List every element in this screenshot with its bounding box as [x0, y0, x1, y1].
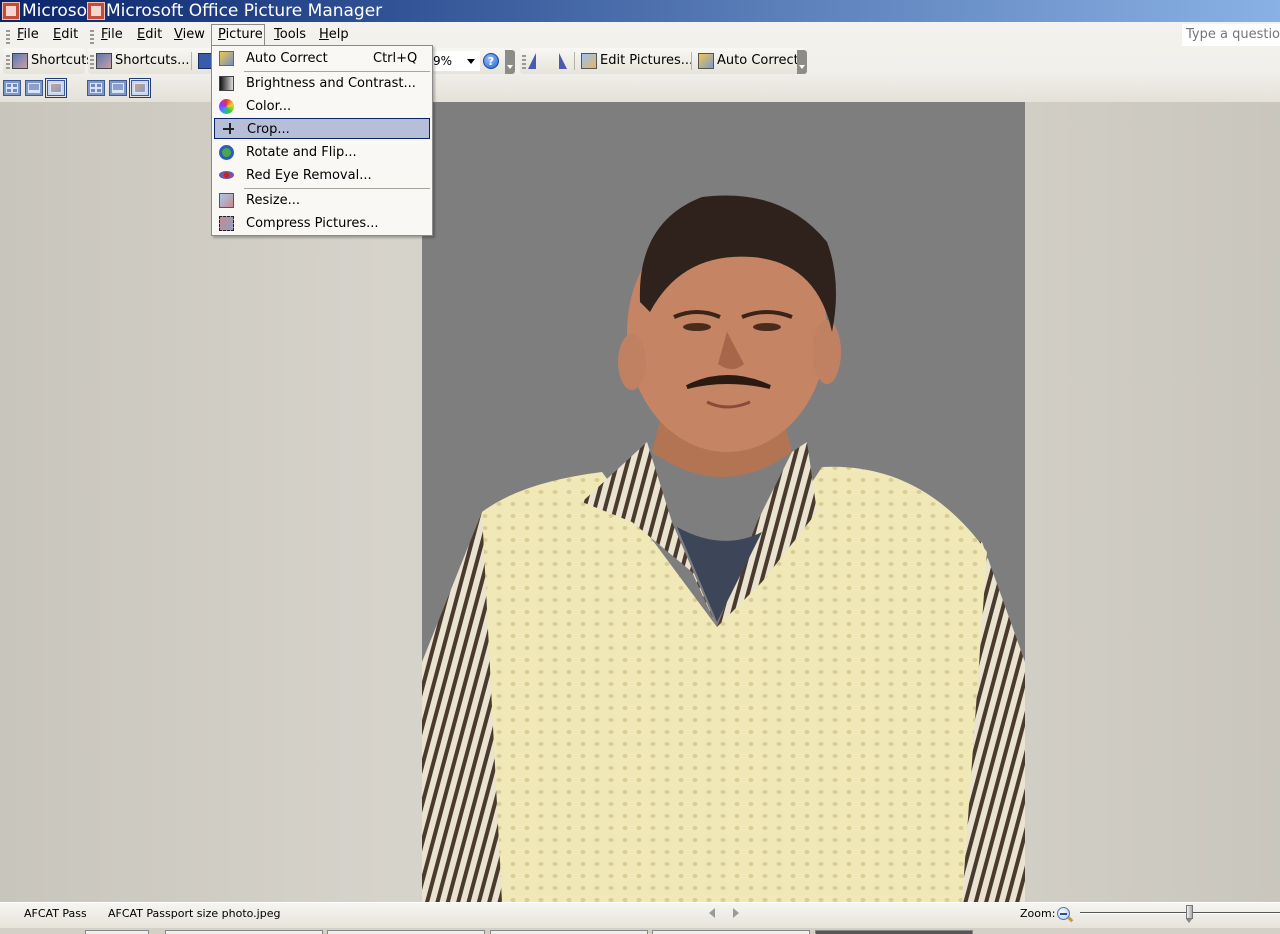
toolbar-options-button[interactable]: [797, 50, 807, 74]
single-picture-view-button[interactable]: [45, 78, 67, 98]
brightness-icon: [219, 76, 234, 91]
ask-question-input[interactable]: [1182, 24, 1280, 46]
compress-icon: [219, 216, 234, 231]
toolbar-separator: [574, 52, 575, 70]
rotate-right-button[interactable]: [551, 50, 567, 72]
portrait-photo: [422, 102, 1025, 902]
zoom-slider-thumb[interactable]: [1186, 905, 1193, 923]
window-title: Microsoft Office Picture Manager: [106, 1, 383, 21]
auto-correct-icon: [698, 53, 714, 69]
status-file-name: AFCAT Passport size photo.jpeg: [108, 907, 281, 920]
resize-icon: [219, 193, 234, 208]
taskbar-button[interactable]: [490, 930, 648, 934]
filmstrip-view-button[interactable]: [25, 80, 43, 96]
menu-item-color[interactable]: Color...: [214, 96, 430, 117]
zoom-slider-track[interactable]: [1080, 912, 1280, 914]
menu-item-crop[interactable]: Crop...: [214, 118, 430, 139]
menu-view[interactable]: View: [168, 24, 211, 46]
menu-tools[interactable]: Tools: [268, 24, 312, 46]
menu-item-rotate-flip[interactable]: Rotate and Flip...: [214, 142, 430, 163]
zoom-combo[interactable]: 9%: [430, 51, 480, 71]
taskbar-button[interactable]: [85, 930, 149, 934]
menu-file[interactable]: File: [11, 24, 45, 46]
menubar-grip[interactable]: [90, 30, 94, 46]
taskbar-button-active[interactable]: [815, 930, 973, 934]
app-icon: [87, 2, 105, 20]
auto-correct-icon: [219, 51, 234, 66]
picture-preview[interactable]: [422, 102, 1025, 902]
toolbar-grip[interactable]: [90, 55, 94, 71]
taskbar: [0, 928, 1280, 934]
shortcuts-icon: [96, 53, 112, 69]
shortcuts-button[interactable]: Shortcuts: [12, 50, 93, 72]
picture-menu-dropdown: Auto Correct Ctrl+Q Brightness and Contr…: [211, 45, 433, 236]
single-picture-view-button[interactable]: [129, 78, 151, 98]
taskbar-button[interactable]: [327, 930, 485, 934]
menu-help[interactable]: Help: [313, 24, 355, 46]
menu-separator: [244, 71, 430, 72]
rotate-left-button[interactable]: [528, 50, 544, 72]
menu-picture[interactable]: Picture: [211, 24, 265, 46]
help-icon[interactable]: ?: [483, 53, 499, 69]
crop-icon: [220, 122, 235, 137]
toolbar-separator: [191, 52, 192, 70]
ear-right: [813, 320, 841, 384]
taskbar-button[interactable]: [652, 930, 810, 934]
ear-left: [618, 334, 646, 390]
rotate-left-icon: [528, 53, 536, 69]
menu-item-compress-pictures[interactable]: Compress Pictures...: [214, 213, 430, 234]
menubar-grip[interactable]: [6, 30, 10, 46]
menu-file[interactable]: File: [95, 24, 129, 46]
taskbar-button[interactable]: [165, 930, 323, 934]
menu-item-red-eye-removal[interactable]: Red Eye Removal...: [214, 165, 430, 186]
toolbar-options-button[interactable]: [505, 50, 515, 74]
red-eye-icon: [219, 171, 234, 179]
toolbar-grip[interactable]: [522, 55, 526, 71]
menu-item-brightness-contrast[interactable]: Brightness and Contrast...: [214, 73, 430, 94]
edit-pictures-icon: [581, 53, 597, 69]
previous-picture-icon[interactable]: [709, 908, 715, 918]
next-picture-icon[interactable]: [733, 908, 739, 918]
rotate-right-icon: [559, 53, 567, 69]
shortcuts-icon: [12, 53, 28, 69]
toolbar-separator: [691, 52, 692, 70]
title-bar: Microso Microsoft Office Picture Manager: [0, 0, 1280, 22]
app-icon: [2, 2, 20, 20]
chevron-down-icon[interactable]: [464, 53, 478, 69]
auto-correct-button[interactable]: Auto Correct: [698, 50, 799, 72]
shortcuts-button[interactable]: Shortcuts...: [96, 50, 190, 72]
rotate-icon: [219, 145, 234, 160]
thumbnail-view-button[interactable]: [87, 80, 105, 96]
menu-edit[interactable]: Edit: [131, 24, 168, 46]
status-file-name-truncated: AFCAT Pass|: [24, 907, 86, 920]
color-wheel-icon: [219, 99, 234, 114]
zoom-out-icon[interactable]: [1057, 907, 1070, 920]
thumbnail-view-button[interactable]: [3, 80, 21, 96]
menu-edit[interactable]: Edit: [47, 24, 84, 46]
toolbar-grip[interactable]: [6, 55, 10, 71]
menu-separator: [244, 188, 430, 189]
edit-pictures-button[interactable]: Edit Pictures...: [581, 50, 693, 72]
menu-item-resize[interactable]: Resize...: [214, 190, 430, 211]
window-title-fragment: Microso: [22, 1, 88, 21]
filmstrip-view-button[interactable]: [109, 80, 127, 96]
zoom-label: Zoom:: [1020, 907, 1056, 920]
menu-item-auto-correct[interactable]: Auto Correct Ctrl+Q: [214, 48, 430, 69]
